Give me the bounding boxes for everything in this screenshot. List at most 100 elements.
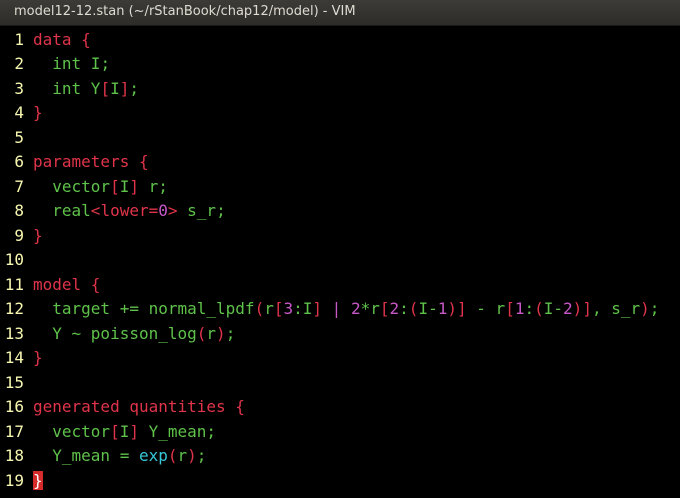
code-text: real<lower=0> s_r;	[33, 199, 225, 224]
vim-window: model12-12.stan (~/rStanBook/chap12/mode…	[0, 0, 680, 498]
code-token: data {	[33, 29, 91, 49]
code-token: ]	[582, 299, 592, 318]
code-token: r;	[138, 176, 168, 196]
code-token: }	[33, 103, 43, 122]
title-bar: model12-12.stan (~/rStanBook/chap12/mode…	[0, 0, 680, 26]
code-token: Y ~	[52, 323, 91, 343]
code-text: }	[33, 224, 43, 249]
code-token: )	[187, 446, 197, 465]
code-line[interactable]: 10	[0, 248, 680, 273]
code-token: int	[52, 78, 82, 98]
code-token: [	[505, 299, 515, 318]
code-token: vector	[52, 176, 111, 196]
code-token: (	[196, 323, 207, 343]
code-token: r	[370, 299, 380, 318]
code-token: generated quantities {	[33, 397, 245, 416]
code-token: r	[177, 446, 188, 465]
code-token: 2	[563, 299, 573, 318]
line-number: 5	[14, 127, 24, 147]
code-token: model {	[33, 274, 101, 294]
line-number: 12	[4, 299, 24, 318]
code-text: }	[33, 469, 43, 494]
line-number: 7	[14, 176, 24, 196]
code-token: r	[264, 299, 274, 318]
code-line[interactable]: 1 data {	[0, 28, 680, 53]
line-number: 9	[14, 225, 24, 245]
code-line[interactable]: 18 Y_mean = exp(r);	[0, 444, 680, 469]
code-token: 2	[389, 299, 400, 318]
line-number: 16	[4, 397, 24, 416]
code-line[interactable]: 16 generated quantities {	[0, 395, 680, 420]
code-line[interactable]: 2 int I;	[0, 52, 680, 77]
code-token: =	[148, 201, 159, 220]
code-token: -	[466, 299, 496, 318]
code-line[interactable]: 14}	[0, 346, 680, 371]
code-line[interactable]: 7 vector[I] r;	[0, 175, 680, 200]
line-number: 17	[4, 421, 24, 441]
code-token: 1	[437, 299, 448, 318]
code-line[interactable]: 3 int Y[I];	[0, 77, 680, 102]
code-text: vector[I] Y_mean;	[33, 420, 216, 445]
code-token: >	[167, 201, 178, 220]
code-token: -	[428, 299, 438, 318]
code-token: [	[100, 78, 111, 98]
code-token: ;	[129, 78, 139, 98]
line-number: 11	[4, 274, 24, 294]
code-line[interactable]: 6 parameters {	[0, 150, 680, 175]
code-token: 0	[158, 201, 168, 220]
line-number: 18	[4, 446, 24, 465]
code-token: int	[52, 54, 82, 73]
code-text: Y ~ poisson_log(r);	[33, 322, 235, 347]
code-token: Y	[81, 78, 101, 98]
line-number: 15	[4, 372, 24, 392]
code-token: lower	[100, 201, 149, 220]
editor-area[interactable]: 1 data {2 int I; 3 int Y[I]; 4} 5 6 parameters…	[0, 26, 680, 498]
line-number: 1	[14, 29, 24, 49]
window-title: model12-12.stan (~/rStanBook/chap12/mode…	[14, 4, 356, 19]
code-token: (	[167, 446, 178, 465]
code-text: int I;	[33, 52, 110, 77]
code-line[interactable]: 9}	[0, 224, 680, 249]
code-token: )	[216, 323, 226, 343]
code-token: ;	[649, 299, 660, 318]
code-line[interactable]: 17 vector[I] Y_mean;	[0, 420, 680, 445]
line-number: 4	[14, 103, 24, 122]
code-token: }	[33, 348, 43, 367]
code-line[interactable]: 19}	[0, 469, 680, 494]
code-line[interactable]: 13 Y ~ poisson_log(r);	[0, 322, 680, 347]
code-token: target +=	[52, 299, 149, 318]
code-token: (	[254, 299, 265, 318]
code-token: ]	[129, 176, 139, 196]
code-token: I	[110, 78, 120, 98]
code-token: normal_lpdf	[148, 299, 255, 318]
code-token: [	[379, 299, 390, 318]
code-line[interactable]: 11 model {	[0, 273, 680, 298]
code-token: (	[534, 299, 544, 318]
code-token: <	[90, 201, 101, 220]
code-line[interactable]: 4}	[0, 101, 680, 126]
code-token: ;	[196, 446, 207, 465]
line-number: 6	[14, 152, 24, 171]
line-number: 10	[4, 250, 24, 269]
code-token: I	[302, 299, 313, 318]
code-token: )	[640, 299, 650, 318]
code-line[interactable]: 15	[0, 371, 680, 396]
code-line[interactable]: 8 real<lower=0> s_r;	[0, 199, 680, 224]
code-token: vector	[52, 421, 111, 441]
code-token: I	[543, 299, 554, 318]
code-line[interactable]: 12 target += normal_lpdf(r[3:I] | 2*r[2:…	[0, 297, 680, 322]
code-token: I;	[81, 54, 111, 73]
code-token: ]	[119, 78, 130, 98]
code-line[interactable]: 5	[0, 126, 680, 151]
code-text: parameters {	[33, 150, 149, 175]
line-number: 19	[4, 470, 24, 490]
code-token: r	[495, 299, 506, 318]
code-token: ]	[312, 299, 323, 318]
code-text: vector[I] r;	[33, 175, 168, 200]
